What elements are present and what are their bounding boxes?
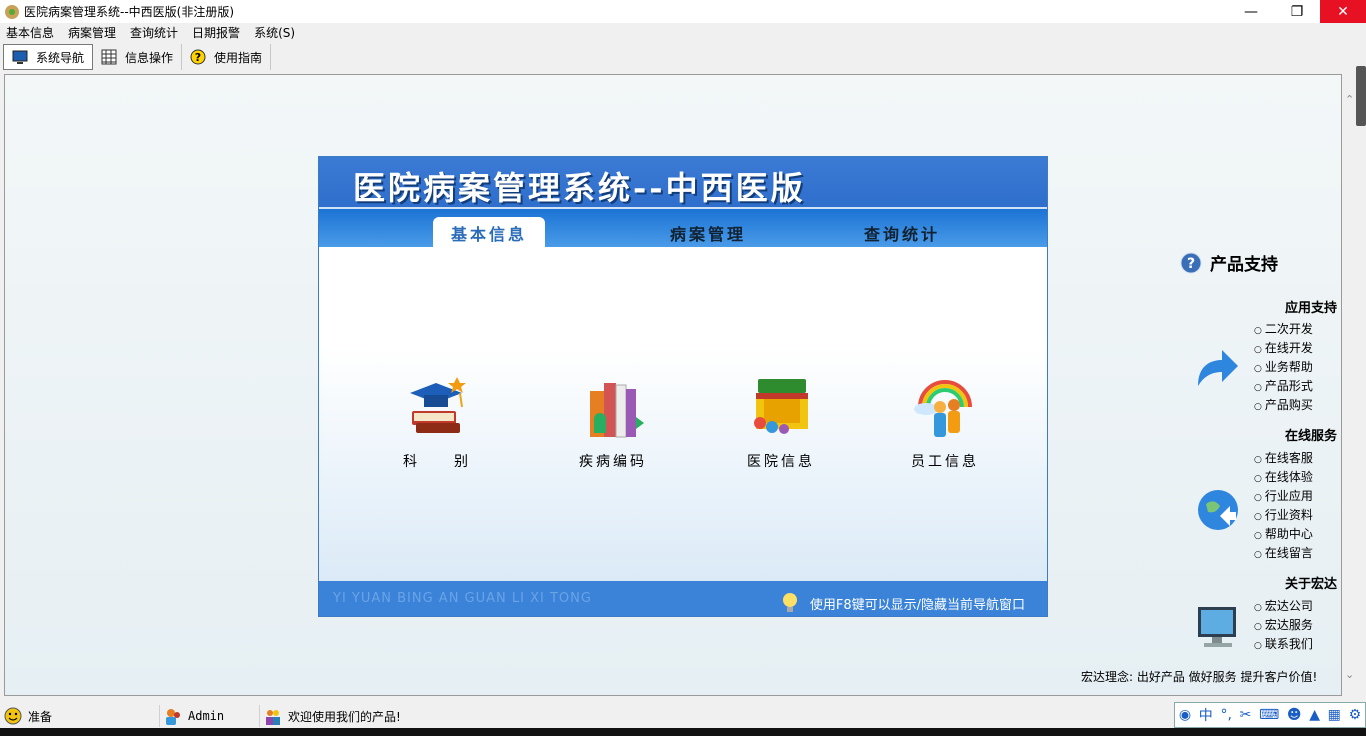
help-circle-icon: ? [1180,252,1202,273]
minimize-button[interactable]: — [1228,0,1274,23]
ime-lang[interactable]: 中 [1199,705,1213,725]
tab-query-stats[interactable]: 查询统计 [847,217,957,249]
lightbulb-icon [782,593,797,612]
status-user: Admin [188,709,225,723]
link-secondary-dev[interactable]: 二次开发 [1254,320,1313,339]
shop-icon [754,379,808,434]
scrollbar-thumb[interactable] [1356,66,1366,126]
svg-text:?: ? [1187,256,1195,272]
tab-basic-info[interactable]: 基本信息 [433,217,545,249]
arrow-icon [1198,350,1238,386]
section-about-title: 关于宏达 [1285,577,1338,592]
link-contact[interactable]: 联系我们 [1254,635,1313,654]
grid-icon [101,49,117,65]
close-button[interactable]: ✕ [1320,0,1366,23]
svg-text:?: ? [195,51,201,64]
app-icon [5,4,19,19]
taskbar [0,728,1366,736]
ime-user-icon[interactable]: ☻ [1287,707,1302,723]
section-app-support-title: 应用支持 [1285,301,1338,316]
toolbar: 系统导航 信息操作 ? 使用指南 [0,42,1366,72]
menu-date-alarm[interactable]: 日期报警 [186,24,248,41]
link-industry-docs[interactable]: 行业资料 [1254,506,1313,525]
section-online-service-list: 在线客服 在线体验 行业应用 行业资料 帮助中心 在线留言 [1254,449,1313,563]
link-help-center[interactable]: 帮助中心 [1254,525,1313,544]
link-business-help[interactable]: 业务帮助 [1254,358,1313,377]
section-about-list: 宏达公司 宏达服务 联系我们 [1254,597,1313,654]
menu-bar: 基本信息 病案管理 查询统计 日期报警 系统(S) [0,23,1366,42]
tab-record-manage[interactable]: 病案管理 [653,217,763,249]
link-online-dev[interactable]: 在线开发 [1254,339,1313,358]
monitor-icon [1198,607,1236,647]
help-icon: ? [190,49,206,65]
menu-system[interactable]: 系统(S) [248,24,303,41]
smiley-icon [4,707,22,725]
scroll-up-icon[interactable]: ⌃ [1345,93,1354,106]
title-bar: 医院病案管理系统--中西医版(非注册版) — ❐ ✕ [0,0,1366,23]
link-industry-app[interactable]: 行业应用 [1254,487,1313,506]
books-icon [590,383,644,438]
product-support: ? 产品支持 [1180,250,1350,275]
link-message[interactable]: 在线留言 [1254,544,1313,563]
status-welcome: 欢迎使用我们的产品! [288,709,401,724]
link-product-buy[interactable]: 产品购买 [1254,396,1313,415]
panel-body: 科 别 疾病编码 医院信息 员工信息 [319,247,1047,581]
panel-header: 医院病案管理系统--中西医版 [319,157,1047,207]
nav-item-department[interactable]: 科 别 [367,373,507,471]
info-operate-button[interactable]: 信息操作 [93,44,183,70]
link-online-cs[interactable]: 在线客服 [1254,449,1313,468]
window-title: 医院病案管理系统--中西医版(非注册版) [24,5,235,19]
globe-icon [1198,490,1238,530]
section-app-support-list: 二次开发 在线开发 业务帮助 产品形式 产品购买 [1254,320,1313,415]
staff-icon [914,380,972,437]
ime-logo-icon[interactable]: ◉ [1179,707,1191,723]
link-service[interactable]: 宏达服务 [1254,616,1313,635]
link-online-trial[interactable]: 在线体验 [1254,468,1313,487]
ime-toolbar[interactable]: ◉ 中 °, ✂ ⌨ ☻ ▲ ▦ ⚙ [1174,702,1366,728]
slogan: 宏达理念: 出好产品 做好服务 提升客户价值! [1081,670,1318,684]
ime-punct-icon[interactable]: °, [1220,707,1231,723]
nav-item-hospital-info[interactable]: 医院信息 [711,373,851,471]
footer-hint: 使用F8键可以显示/隐藏当前导航窗口 [809,597,1025,613]
nav-item-staff-info[interactable]: 员工信息 [875,373,1015,471]
link-product-form[interactable]: 产品形式 [1254,377,1313,396]
system-nav-button[interactable]: 系统导航 [3,44,94,70]
support-title: 产品支持 [1210,255,1278,275]
status-bar: 准备 Admin 欢迎使用我们的产品! [0,704,1366,728]
ime-grid-icon[interactable]: ▦ [1328,707,1341,723]
people-icon [266,710,280,725]
menu-record-manage[interactable]: 病案管理 [62,24,124,41]
status-ready: 准备 [28,709,53,724]
panel-title: 医院病案管理系统--中西医版 [353,169,806,207]
user-icon [166,709,180,725]
nav-item-disease-code[interactable]: 疾病编码 [543,373,683,471]
maximize-button[interactable]: ❐ [1274,0,1320,23]
section-online-service-title: 在线服务 [1285,429,1338,444]
navigation-panel: 医院病案管理系统--中西医版 基本信息 病案管理 查询统计 科 别 疾病编码 医… [318,156,1048,617]
tab-bar: 基本信息 病案管理 查询统计 [319,207,1047,249]
ime-keyboard-icon[interactable]: ⌨ [1259,707,1279,723]
ime-scissors-icon[interactable]: ✂ [1240,707,1252,723]
ime-skin-icon[interactable]: ▲ [1309,707,1320,723]
graduation-cap-icon [410,377,466,433]
scroll-down-icon[interactable]: ⌄ [1345,668,1354,681]
monitor-icon [12,50,28,64]
panel-footer: YI YUAN BING AN GUAN LI XI TONG 使用F8键可以显… [319,581,1047,616]
menu-query-stats[interactable]: 查询统计 [124,24,186,41]
user-guide-button[interactable]: ? 使用指南 [182,44,272,70]
menu-basic-info[interactable]: 基本信息 [0,24,62,41]
ime-settings-icon[interactable]: ⚙ [1349,707,1362,723]
link-company[interactable]: 宏达公司 [1254,597,1313,616]
footer-pinyin: YI YUAN BING AN GUAN LI XI TONG [333,591,592,606]
